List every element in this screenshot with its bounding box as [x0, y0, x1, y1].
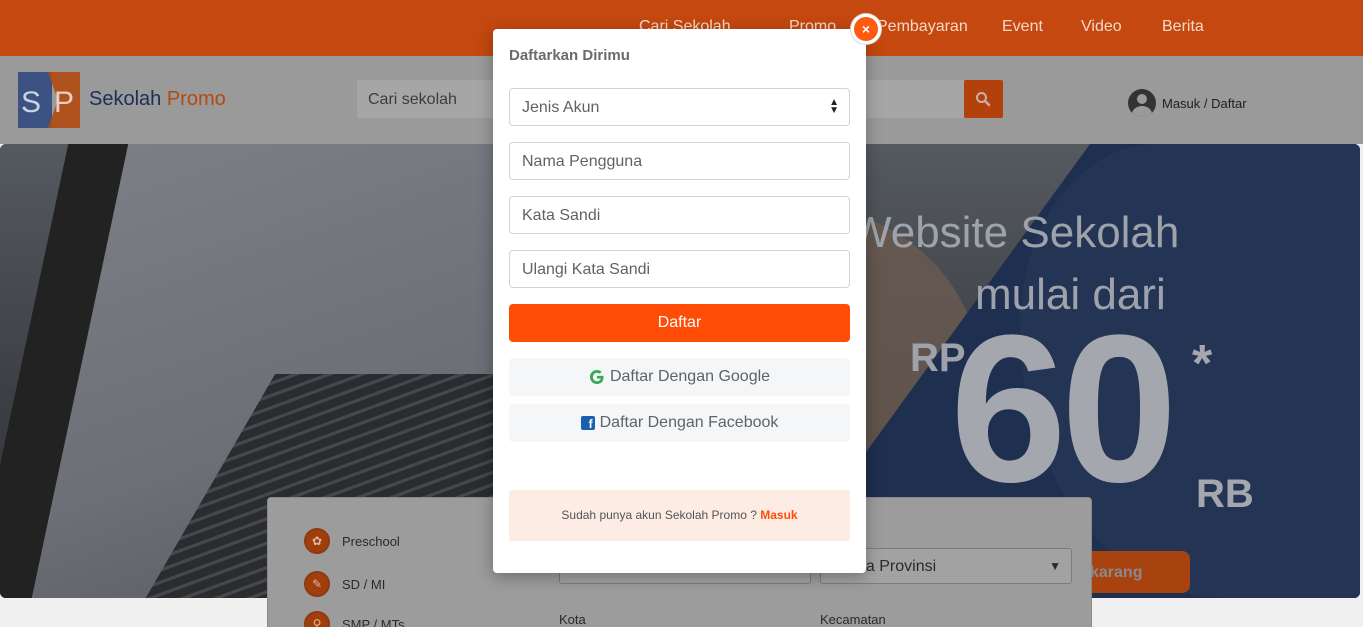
password-placeholder: Kata Sandi [522, 207, 601, 224]
close-modal-button[interactable]: × [851, 14, 881, 44]
site-logo[interactable]: S P [18, 72, 80, 128]
hero-cta-label: karang [1090, 564, 1143, 581]
brand-accent: Promo [166, 88, 226, 110]
modal-title: Daftarkan Dirimu [509, 47, 630, 64]
login-prompt-box: Sudah punya akun Sekolah Promo ? Masuk [509, 490, 850, 541]
category-smp-mts[interactable]: ⚲ SMP / MTs [304, 611, 405, 627]
facebook-signup-button[interactable]: f Daftar Dengan Facebook [509, 404, 850, 442]
compass-icon: ⚲ [304, 611, 330, 627]
nav-video[interactable]: Video [1081, 18, 1122, 36]
confirm-password-placeholder: Ulangi Kata Sandi [522, 261, 651, 278]
google-signup-button[interactable]: Daftar Dengan Google [509, 358, 850, 396]
facebook-signup-label: Daftar Dengan Facebook [599, 414, 779, 431]
account-type-value: Jenis Akun [522, 99, 600, 116]
user-avatar-icon [1128, 89, 1156, 117]
brand-main: Sekolah [89, 88, 162, 110]
username-field[interactable]: Nama Pengguna [509, 142, 850, 180]
chevron-down-icon: ▼ [1049, 559, 1061, 573]
select-caret-icon: ▲ ▼ [829, 97, 839, 116]
district-label: Kecamatan [820, 612, 886, 627]
svg-text:P: P [54, 86, 74, 119]
promo-headline-line1: Website Sekolah [850, 208, 1180, 257]
pencil-icon: ✎ [304, 571, 330, 597]
facebook-icon: f [580, 416, 595, 430]
category-label: Preschool [342, 533, 400, 549]
nav-pembayaran[interactable]: Pembayaran [877, 18, 968, 36]
nav-berita[interactable]: Berita [1162, 18, 1204, 36]
category-preschool[interactable]: ✿ Preschool [304, 528, 400, 554]
account-type-select[interactable]: Jenis Akun ▲ ▼ [509, 88, 850, 126]
province-select-value: na Provinsi [857, 558, 937, 575]
search-placeholder: Cari sekolah [368, 91, 457, 108]
account-label: Masuk / Daftar [1162, 95, 1247, 111]
login-prompt-text: Sudah punya akun Sekolah Promo ? [561, 508, 757, 522]
svg-text:S: S [21, 86, 41, 119]
register-modal: Daftarkan Dirimu Jenis Akun ▲ ▼ Nama Peng… [493, 29, 866, 573]
promo-unit: RB [1196, 472, 1254, 516]
preschool-icon: ✿ [304, 528, 330, 554]
nav-event[interactable]: Event [1002, 18, 1043, 36]
account-link[interactable]: Masuk / Daftar [1128, 88, 1247, 118]
register-submit-button[interactable]: Daftar [509, 304, 850, 342]
google-signup-label: Daftar Dengan Google [609, 368, 771, 385]
search-icon [976, 92, 991, 107]
search-button[interactable] [964, 80, 1003, 118]
promo-asterisk: * [1192, 335, 1213, 393]
username-placeholder: Nama Pengguna [522, 153, 643, 170]
category-sd-mi[interactable]: ✎ SD / MI [304, 571, 385, 597]
category-label: SMP / MTs [342, 616, 405, 627]
login-link[interactable]: Masuk [760, 508, 797, 522]
close-icon: × [861, 21, 871, 37]
confirm-password-field[interactable]: Ulangi Kata Sandi [509, 250, 850, 288]
google-icon [589, 370, 604, 384]
brand-name: Sekolah Promo [89, 88, 226, 111]
promo-price: 60 [950, 291, 1178, 526]
password-field[interactable]: Kata Sandi [509, 196, 850, 234]
category-label: SD / MI [342, 576, 386, 592]
city-label: Kota [559, 612, 586, 627]
